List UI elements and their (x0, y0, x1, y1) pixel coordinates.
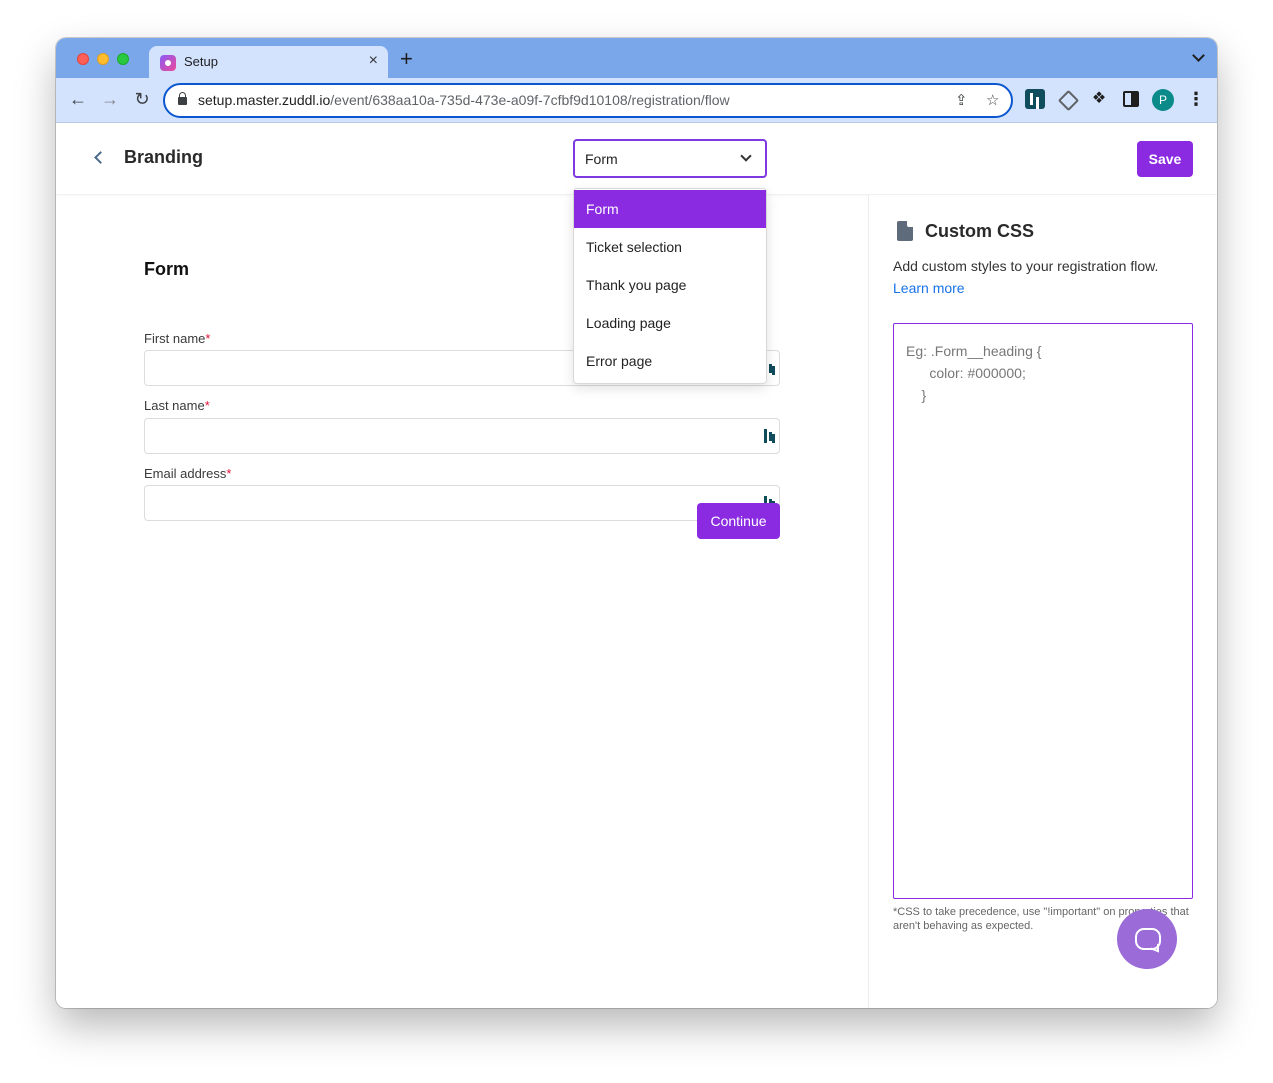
reload-icon[interactable]: ↻ (132, 89, 152, 109)
address-bar[interactable]: setup.master.zuddl.io/event/638aa10a-735… (163, 83, 1013, 118)
form-title: Form (144, 259, 189, 279)
browser-menu-icon[interactable]: ⋮ (1187, 88, 1205, 110)
chevron-left-icon[interactable] (92, 150, 104, 164)
chat-bubble-icon[interactable] (1117, 909, 1177, 969)
dropdown-option-loading-page[interactable]: Loading page (574, 304, 766, 342)
custom-css-panel: Custom CSS Add custom styles to your reg… (868, 195, 1217, 1008)
back-arrow-icon[interactable]: ← (68, 89, 88, 109)
autofill-extension-icon[interactable] (764, 429, 774, 443)
tab-bar: Setup × + (56, 38, 1217, 78)
url-text: setup.master.zuddl.io/event/638aa10a-735… (198, 92, 730, 108)
dropdown-option-form[interactable]: Form (574, 190, 766, 228)
page-select-menu: Form Ticket selection Thank you page Loa… (573, 188, 767, 384)
close-window-button[interactable] (77, 53, 89, 65)
custom-css-editor[interactable]: Eg: .Form__heading { color: #000000; } (893, 323, 1193, 899)
bookmark-star-icon[interactable]: ☆ (986, 91, 999, 109)
profile-avatar[interactable]: P (1152, 89, 1174, 111)
custom-css-description: Add custom styles to your registration f… (893, 258, 1159, 274)
browser-tab[interactable]: Setup × (149, 46, 388, 78)
css-placeholder-line: } (906, 387, 927, 403)
diamond-extension-icon[interactable] (1057, 89, 1077, 109)
first-name-label: First name* (144, 331, 211, 346)
email-label: Email address* (144, 466, 232, 481)
page-select-value: Form (585, 151, 618, 167)
continue-button[interactable]: Continue (697, 503, 780, 539)
save-button[interactable]: Save (1137, 141, 1193, 177)
minimize-window-button[interactable] (97, 53, 109, 65)
chevron-down-icon (741, 152, 751, 162)
dropdown-option-thank-you-page[interactable]: Thank you page (574, 266, 766, 304)
dropdown-option-error-page[interactable]: Error page (574, 342, 766, 380)
zoom-window-button[interactable] (117, 53, 129, 65)
browser-window: Setup × + ← → ↻ setup.master.zuddl.io/ev… (56, 38, 1217, 1008)
css-placeholder-line: color: #000000; (906, 365, 1026, 381)
custom-css-title: Custom CSS (925, 221, 1035, 241)
tab-close-icon[interactable]: × (369, 52, 378, 70)
page-title: Branding (124, 147, 203, 167)
lock-icon (178, 92, 187, 105)
dropdown-option-ticket-selection[interactable]: Ticket selection (574, 228, 766, 266)
css-placeholder-line: Eg: .Form__heading { (906, 343, 1042, 359)
browser-toolbar: ← → ↻ setup.master.zuddl.io/event/638aa1… (56, 78, 1217, 123)
email-field[interactable] (144, 485, 780, 521)
extensions-puzzle-icon[interactable]: ❖ (1089, 89, 1109, 109)
learn-more-link[interactable]: Learn more (893, 280, 965, 296)
page-content: Branding Form Save Form Ticket selection… (56, 123, 1217, 1008)
new-tab-button[interactable]: + (400, 48, 413, 70)
last-name-field[interactable] (144, 418, 780, 454)
side-panel-icon[interactable] (1123, 91, 1139, 107)
tab-title: Setup (184, 54, 218, 69)
last-name-label: Last name* (144, 398, 210, 413)
document-icon (897, 221, 913, 241)
zuddl-extension-icon[interactable] (1025, 89, 1045, 109)
page-select[interactable]: Form (573, 139, 767, 178)
favicon-icon (160, 55, 176, 71)
page-header: Branding Form Save (56, 123, 1217, 195)
share-icon[interactable]: ⇪ (955, 91, 968, 109)
tab-search-icon[interactable] (1193, 53, 1203, 63)
forward-arrow-icon[interactable]: → (100, 89, 120, 109)
